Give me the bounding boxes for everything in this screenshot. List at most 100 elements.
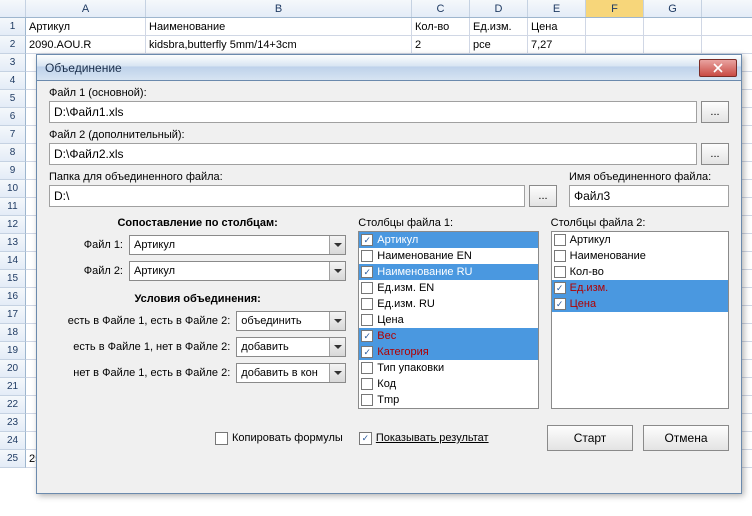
cond2-combo[interactable]: добавить	[236, 337, 346, 357]
checkbox-icon[interactable]: ✓	[361, 266, 373, 278]
list-item[interactable]: ✓Цена	[552, 296, 728, 312]
cols2-listbox[interactable]: АртикулНаименованиеКол-во✓Ед.изм.✓Цена	[551, 231, 729, 409]
row-head[interactable]: 7	[0, 126, 26, 144]
list-item[interactable]: ✓Артикул	[359, 232, 537, 248]
cell[interactable]: kidsbra,butterfly 5mm/14+3cm	[146, 36, 412, 53]
checkbox-icon[interactable]	[554, 234, 566, 246]
row-head[interactable]: 24	[0, 432, 26, 450]
list-item[interactable]: Кол-во	[552, 264, 728, 280]
cancel-button[interactable]: Отмена	[643, 425, 729, 451]
col-head-A[interactable]: A	[26, 0, 146, 17]
cell[interactable]: Ед.изм.	[470, 18, 528, 35]
list-item[interactable]: Цена	[359, 312, 537, 328]
col-head-B[interactable]: B	[146, 0, 412, 17]
folder-input[interactable]	[49, 185, 525, 207]
cell[interactable]	[644, 18, 702, 35]
list-item[interactable]: ✓Ед.изм.	[552, 280, 728, 296]
list-item[interactable]: Наименование	[552, 248, 728, 264]
outname-input[interactable]	[569, 185, 729, 207]
list-item[interactable]: Tmp	[359, 392, 537, 408]
list-item[interactable]: ✓Категория	[359, 344, 537, 360]
row-head[interactable]: 5	[0, 90, 26, 108]
cell[interactable]: Наименование	[146, 18, 412, 35]
cell[interactable]	[586, 36, 644, 53]
list-item[interactable]: ✓Вес	[359, 328, 537, 344]
file1-input[interactable]	[49, 101, 697, 123]
row-head[interactable]: 21	[0, 378, 26, 396]
row-head[interactable]: 22	[0, 396, 26, 414]
row-head[interactable]: 14	[0, 252, 26, 270]
file1-browse-button[interactable]: ...	[701, 101, 729, 123]
col-head-G[interactable]: G	[644, 0, 702, 17]
checkbox-icon[interactable]: ✓	[361, 346, 373, 358]
show-result-checkbox[interactable]: ✓ Показывать результат	[359, 432, 489, 445]
row-head[interactable]: 2	[0, 36, 26, 54]
match-file1-combo[interactable]: Артикул	[129, 235, 346, 255]
checkbox-icon[interactable]	[361, 314, 373, 326]
list-item[interactable]: Ед.изм. EN	[359, 280, 537, 296]
cell[interactable]: 2090.AOU.R	[26, 36, 146, 53]
cond1-combo[interactable]: объединить	[236, 311, 346, 331]
copy-formulas-checkbox[interactable]: Копировать формулы	[215, 432, 343, 445]
col-head-D[interactable]: D	[470, 0, 528, 17]
match-file2-combo[interactable]: Артикул	[129, 261, 346, 281]
folder-browse-button[interactable]: ...	[529, 185, 557, 207]
row-head[interactable]: 23	[0, 414, 26, 432]
row-head[interactable]: 18	[0, 324, 26, 342]
checkbox-icon[interactable]	[361, 378, 373, 390]
col-head-E[interactable]: E	[528, 0, 586, 17]
cell[interactable]: 2	[412, 36, 470, 53]
cell[interactable]: 7,27	[528, 36, 586, 53]
row-head[interactable]: 17	[0, 306, 26, 324]
cell[interactable]: pce	[470, 36, 528, 53]
checkbox-icon[interactable]	[554, 266, 566, 278]
row-head[interactable]: 13	[0, 234, 26, 252]
row-head[interactable]: 20	[0, 360, 26, 378]
cell[interactable]: Кол-во	[412, 18, 470, 35]
checkbox-icon[interactable]: ✓	[554, 298, 566, 310]
row-head[interactable]: 3	[0, 54, 26, 72]
titlebar[interactable]: Объединение	[37, 55, 741, 81]
checkbox-icon[interactable]	[361, 298, 373, 310]
row-head[interactable]: 12	[0, 216, 26, 234]
row-head[interactable]: 16	[0, 288, 26, 306]
list-item[interactable]: ✓Наименование RU	[359, 264, 537, 280]
checkbox-icon[interactable]: ✓	[361, 234, 373, 246]
cell[interactable]	[586, 18, 644, 35]
match-heading: Сопоставление по столбцам:	[49, 217, 346, 229]
row-head[interactable]: 4	[0, 72, 26, 90]
row-head[interactable]: 15	[0, 270, 26, 288]
checkbox-icon[interactable]	[361, 282, 373, 294]
row-head[interactable]: 25	[0, 450, 26, 468]
checkbox-icon[interactable]	[554, 250, 566, 262]
checkbox-icon[interactable]: ✓	[554, 282, 566, 294]
list-item[interactable]: Ед.изм. RU	[359, 296, 537, 312]
checkbox-icon[interactable]	[361, 250, 373, 262]
list-item[interactable]: Код	[359, 376, 537, 392]
checkbox-icon[interactable]	[361, 394, 373, 406]
row-head[interactable]: 8	[0, 144, 26, 162]
row-head[interactable]: 19	[0, 342, 26, 360]
list-item[interactable]: Артикул	[552, 232, 728, 248]
file2-browse-button[interactable]: ...	[701, 143, 729, 165]
cell[interactable]	[644, 36, 702, 53]
row-head[interactable]: 11	[0, 198, 26, 216]
close-button[interactable]	[699, 59, 737, 77]
cell[interactable]: Артикул	[26, 18, 146, 35]
list-item[interactable]: Тип упаковки	[359, 360, 537, 376]
col-head-F[interactable]: F	[586, 0, 644, 17]
cond3-combo[interactable]: добавить в кон	[236, 363, 346, 383]
start-button[interactable]: Старт	[547, 425, 633, 451]
list-item[interactable]: Наименование EN	[359, 248, 537, 264]
checkbox-icon[interactable]: ✓	[361, 330, 373, 342]
select-all-corner[interactable]	[0, 0, 26, 17]
file2-input[interactable]	[49, 143, 697, 165]
cols1-listbox[interactable]: ✓АртикулНаименование EN✓Наименование RUЕ…	[358, 231, 538, 409]
checkbox-icon[interactable]	[361, 362, 373, 374]
row-head[interactable]: 9	[0, 162, 26, 180]
row-head[interactable]: 10	[0, 180, 26, 198]
row-head[interactable]: 6	[0, 108, 26, 126]
col-head-C[interactable]: C	[412, 0, 470, 17]
cell[interactable]: Цена	[528, 18, 586, 35]
row-head[interactable]: 1	[0, 18, 26, 36]
